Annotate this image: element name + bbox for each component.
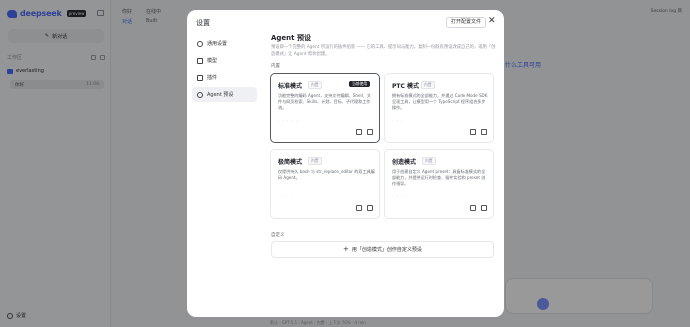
card-description: 仅提供持久 bash 与 str_replace_editor 的双工具编码 A…: [278, 169, 375, 181]
nav-item-agent-presets[interactable]: Agent 预设: [192, 87, 257, 102]
card-description: 功能完整的编码 Agent，支持文件编辑、Shell、文件与网页检索、Skill…: [278, 93, 371, 111]
cube-icon: [197, 57, 203, 64]
card-dots: · · · · ·: [278, 118, 299, 123]
nav-item-general[interactable]: 通用设置: [192, 36, 257, 51]
card-title: 创造模式: [392, 159, 417, 166]
section-description: 预设即一个完整的 Agent 所运行的插件组装 —— 它的工具、提示词与能力。复…: [271, 45, 496, 57]
builtin-tag: 内置: [421, 81, 435, 89]
copy-icon[interactable]: [481, 129, 487, 135]
preset-card-ptc[interactable]: PTC 模式 内置 拥有标准模式的全部能力，并通过 Code Mode SDK …: [384, 73, 494, 143]
modal-title: 设置: [196, 19, 210, 27]
copy-icon[interactable]: [367, 129, 373, 135]
settings-modal: 设置 打开配置文件 ✕ 通用设置 模型 插件 Agent 预设 Agent 预设…: [187, 10, 504, 317]
builtin-tag: 内置: [308, 81, 322, 89]
plus-icon: +: [343, 245, 349, 253]
card-description: 用于创建自定义 Agent preset：具备标准模式的全部能力，并提供运行时检…: [392, 169, 486, 187]
create-custom-label: 用「创造模式」创作自定义预设: [351, 247, 422, 253]
current-use-badge: 当前使用: [349, 81, 371, 87]
nav-item-label: 插件: [207, 75, 218, 81]
card-dots: · · · ·: [392, 194, 408, 199]
card-title: PTC 模式: [392, 83, 419, 90]
builtin-tag: 内置: [422, 157, 436, 165]
card-description: 拥有标准模式的全部能力，并通过 Code Mode SDK 呈现工具，让模型用一…: [392, 93, 488, 111]
nav-item-plugins[interactable]: 插件: [192, 70, 257, 85]
section-title: Agent 预设: [271, 34, 311, 42]
presets-panel: Agent 预设 预设即一个完整的 Agent 所运行的插件组装 —— 它的工具…: [270, 10, 504, 317]
edit-icon[interactable]: [470, 129, 476, 135]
edit-icon[interactable]: [356, 129, 362, 135]
preset-card-creator[interactable]: 创造模式 内置 用于创建自定义 Agent preset：具备标准模式的全部能力…: [384, 149, 494, 219]
custom-group-label: 自定义: [271, 233, 285, 238]
nav-item-label: Agent 预设: [207, 92, 234, 98]
nav-item-label: 通用设置: [207, 41, 228, 47]
nav-item-models[interactable]: 模型: [192, 53, 257, 68]
copy-icon[interactable]: [367, 205, 373, 211]
copy-icon[interactable]: [481, 205, 487, 211]
card-title: 标准模式: [278, 83, 303, 90]
builtin-tag: 内置: [308, 157, 322, 165]
edit-icon[interactable]: [356, 205, 362, 211]
nav-item-label: 模型: [207, 58, 218, 64]
create-custom-preset-button[interactable]: + 用「创造模式」创作自定义预设: [271, 241, 494, 258]
settings-nav: 通用设置 模型 插件 Agent 预设: [192, 36, 257, 104]
gear-icon: [197, 40, 203, 47]
card-dots: · · · ·: [278, 194, 294, 199]
builtin-group-label: 内置: [271, 64, 280, 69]
agent-icon: [197, 91, 203, 98]
card-title: 极简模式: [278, 159, 303, 166]
edit-icon[interactable]: [470, 205, 476, 211]
preset-card-minimal[interactable]: 极简模式 内置 仅提供持久 bash 与 str_replace_editor …: [270, 149, 380, 219]
puzzle-icon: [197, 74, 203, 81]
card-dots: · · ·: [392, 118, 404, 123]
preset-card-standard[interactable]: 标准模式 内置 当前使用 功能完整的编码 Agent，支持文件编辑、Shell、…: [270, 73, 380, 143]
